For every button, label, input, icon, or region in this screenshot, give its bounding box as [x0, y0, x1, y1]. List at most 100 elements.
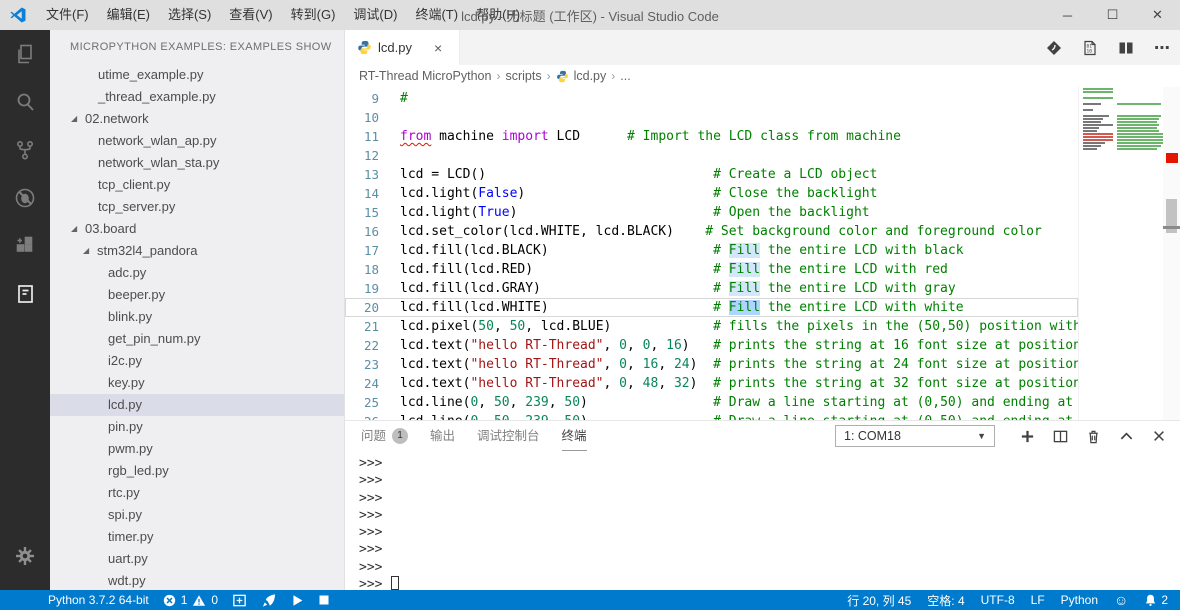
- run-icon[interactable]: [1044, 38, 1064, 58]
- code-line-23[interactable]: 23lcd.text("hello RT-Thread", 0, 16, 24)…: [345, 355, 1078, 374]
- line-number[interactable]: 23: [345, 355, 379, 374]
- folder-expanded-icon[interactable]: ◢: [83, 240, 89, 262]
- panel-tab-调试控制台[interactable]: 调试控制台: [477, 421, 540, 451]
- more-actions-icon[interactable]: ⋯: [1152, 38, 1172, 58]
- download-icon[interactable]: [232, 593, 247, 608]
- terminal-input-line[interactable]: >>>: [359, 576, 1180, 590]
- line-number[interactable]: 24: [345, 374, 379, 393]
- kill-terminal-icon[interactable]: [1084, 427, 1102, 445]
- code-line-20[interactable]: 20lcd.fill(lcd.WHITE) # Fill the entire …: [345, 298, 1078, 317]
- tree-item-utime-example-py[interactable]: utime_example.py: [50, 64, 344, 86]
- tree-item-pin-py[interactable]: pin.py: [50, 416, 344, 438]
- line-number[interactable]: 10: [345, 108, 379, 127]
- line-number[interactable]: 25: [345, 393, 379, 412]
- menu-item[interactable]: 调试(D): [344, 0, 406, 30]
- close-button[interactable]: ✕: [1135, 0, 1180, 30]
- tree-item--thread-example-py[interactable]: _thread_example.py: [50, 86, 344, 108]
- code-line-21[interactable]: 21lcd.pixel(50, 50, lcd.BLUE) # fills th…: [345, 317, 1078, 336]
- indentation[interactable]: 空格: 4: [927, 592, 964, 609]
- line-number[interactable]: 21: [345, 317, 379, 336]
- code-line-10[interactable]: 10: [345, 108, 1078, 127]
- split-terminal-icon[interactable]: [1051, 427, 1069, 445]
- maximize-button[interactable]: ☐: [1090, 0, 1135, 30]
- code-line-13[interactable]: 13lcd = LCD() # Create a LCD object: [345, 165, 1078, 184]
- menu-item[interactable]: 文件(F): [37, 0, 98, 30]
- tree-item-network-wlan-sta-py[interactable]: network_wlan_sta.py: [50, 152, 344, 174]
- close-panel-icon[interactable]: [1150, 427, 1168, 445]
- menu-item[interactable]: 终端(T): [406, 0, 467, 30]
- tree-item-get-pin-num-py[interactable]: get_pin_num.py: [50, 328, 344, 350]
- line-number[interactable]: 26: [345, 412, 379, 420]
- extensions-icon[interactable]: [0, 222, 50, 270]
- editor-scrollbar[interactable]: [1163, 87, 1180, 420]
- tree-item-adc-py[interactable]: adc.py: [50, 262, 344, 284]
- minimap[interactable]: [1078, 87, 1163, 420]
- tab-lcd-py[interactable]: lcd.py ×: [345, 30, 460, 65]
- run-program-icon[interactable]: [291, 594, 304, 607]
- feedback-smiley-icon[interactable]: ☺: [1114, 592, 1128, 608]
- tree-item-blink-py[interactable]: blink.py: [50, 306, 344, 328]
- tree-item-timer-py[interactable]: timer.py: [50, 526, 344, 548]
- maximize-panel-icon[interactable]: [1117, 427, 1135, 445]
- python-version[interactable]: Python 3.7.2 64-bit: [48, 593, 149, 607]
- code-line-17[interactable]: 17lcd.fill(lcd.BLACK) # Fill the entire …: [345, 241, 1078, 260]
- code-line-24[interactable]: 24lcd.text("hello RT-Thread", 0, 48, 32)…: [345, 374, 1078, 393]
- tree-item-rtc-py[interactable]: rtc.py: [50, 482, 344, 504]
- code-line-19[interactable]: 19lcd.fill(lcd.GRAY) # Fill the entire L…: [345, 279, 1078, 298]
- breadcrumb-project[interactable]: RT-Thread MicroPython: [359, 69, 491, 83]
- source-control-icon[interactable]: [0, 126, 50, 174]
- new-terminal-icon[interactable]: [1018, 427, 1036, 445]
- cursor-position[interactable]: 行 20, 列 45: [847, 592, 911, 609]
- debug-disabled-icon[interactable]: [0, 174, 50, 222]
- tree-item-network-wlan-ap-py[interactable]: network_wlan_ap.py: [50, 130, 344, 152]
- explorer-icon[interactable]: [0, 30, 50, 78]
- examples-view-icon[interactable]: [0, 270, 50, 318]
- tree-item-key-py[interactable]: key.py: [50, 372, 344, 394]
- code-line-25[interactable]: 25lcd.line(0, 50, 239, 50) # Draw a line…: [345, 393, 1078, 412]
- code-line-15[interactable]: 15lcd.light(True) # Open the backlight: [345, 203, 1078, 222]
- search-icon[interactable]: [0, 78, 50, 126]
- code-editor[interactable]: 9#1011from machine import LCD # Import t…: [345, 87, 1180, 420]
- rocket-icon[interactable]: [261, 593, 277, 608]
- menu-item[interactable]: 选择(S): [159, 0, 220, 30]
- tab-close-icon[interactable]: ×: [434, 40, 442, 56]
- line-number[interactable]: 12: [345, 146, 379, 165]
- code-line-16[interactable]: 16lcd.set_color(lcd.WHITE, lcd.BLACK) # …: [345, 222, 1078, 241]
- tree-item-stm32l4-pandora[interactable]: ◢stm32l4_pandora: [50, 240, 344, 262]
- tree-item-uart-py[interactable]: uart.py: [50, 548, 344, 570]
- menu-item[interactable]: 查看(V): [220, 0, 281, 30]
- line-number[interactable]: 19: [345, 279, 379, 298]
- line-number[interactable]: 22: [345, 336, 379, 355]
- tree-item-beeper-py[interactable]: beeper.py: [50, 284, 344, 306]
- tree-item-tcp-server-py[interactable]: tcp_server.py: [50, 196, 344, 218]
- binary-file-icon[interactable]: 01 10: [1080, 38, 1100, 58]
- encoding[interactable]: UTF-8: [981, 593, 1015, 607]
- folder-expanded-icon[interactable]: ◢: [71, 218, 77, 240]
- tree-item-wdt-py[interactable]: wdt.py: [50, 570, 344, 590]
- tree-item-lcd-py[interactable]: lcd.py: [50, 394, 344, 416]
- line-number[interactable]: 17: [345, 241, 379, 260]
- tree-item-rgb-led-py[interactable]: rgb_led.py: [50, 460, 344, 482]
- problems-status[interactable]: 1 0: [163, 593, 218, 607]
- line-number[interactable]: 11: [345, 127, 379, 146]
- eol-sequence[interactable]: LF: [1031, 593, 1045, 607]
- line-number[interactable]: 20: [345, 298, 379, 317]
- tree-item-i2c-py[interactable]: i2c.py: [50, 350, 344, 372]
- settings-gear-icon[interactable]: [0, 532, 50, 580]
- terminal-output[interactable]: >>>>>>>>>>>>>>>>>>>>>>>>: [345, 451, 1180, 590]
- code-line-11[interactable]: 11from machine import LCD # Import the L…: [345, 127, 1078, 146]
- breadcrumb-file[interactable]: lcd.py: [574, 69, 607, 83]
- line-number[interactable]: 16: [345, 222, 379, 241]
- code-line-12[interactable]: 12: [345, 146, 1078, 165]
- panel-tab-问题[interactable]: 问题1: [361, 421, 408, 451]
- menu-item[interactable]: 帮助(H): [467, 0, 529, 30]
- line-number[interactable]: 9: [345, 89, 379, 108]
- tree-item-02-network[interactable]: ◢02.network: [50, 108, 344, 130]
- terminal-select[interactable]: 1: COM18 ▼: [835, 425, 995, 447]
- line-number[interactable]: 14: [345, 184, 379, 203]
- tree-item-pwm-py[interactable]: pwm.py: [50, 438, 344, 460]
- stop-icon[interactable]: [318, 594, 330, 606]
- tree-item-spi-py[interactable]: spi.py: [50, 504, 344, 526]
- breadcrumb-symbol[interactable]: ...: [620, 69, 630, 83]
- code-line-26[interactable]: 26lcd.line(0, 50, 239, 50) # Draw a line…: [345, 412, 1078, 420]
